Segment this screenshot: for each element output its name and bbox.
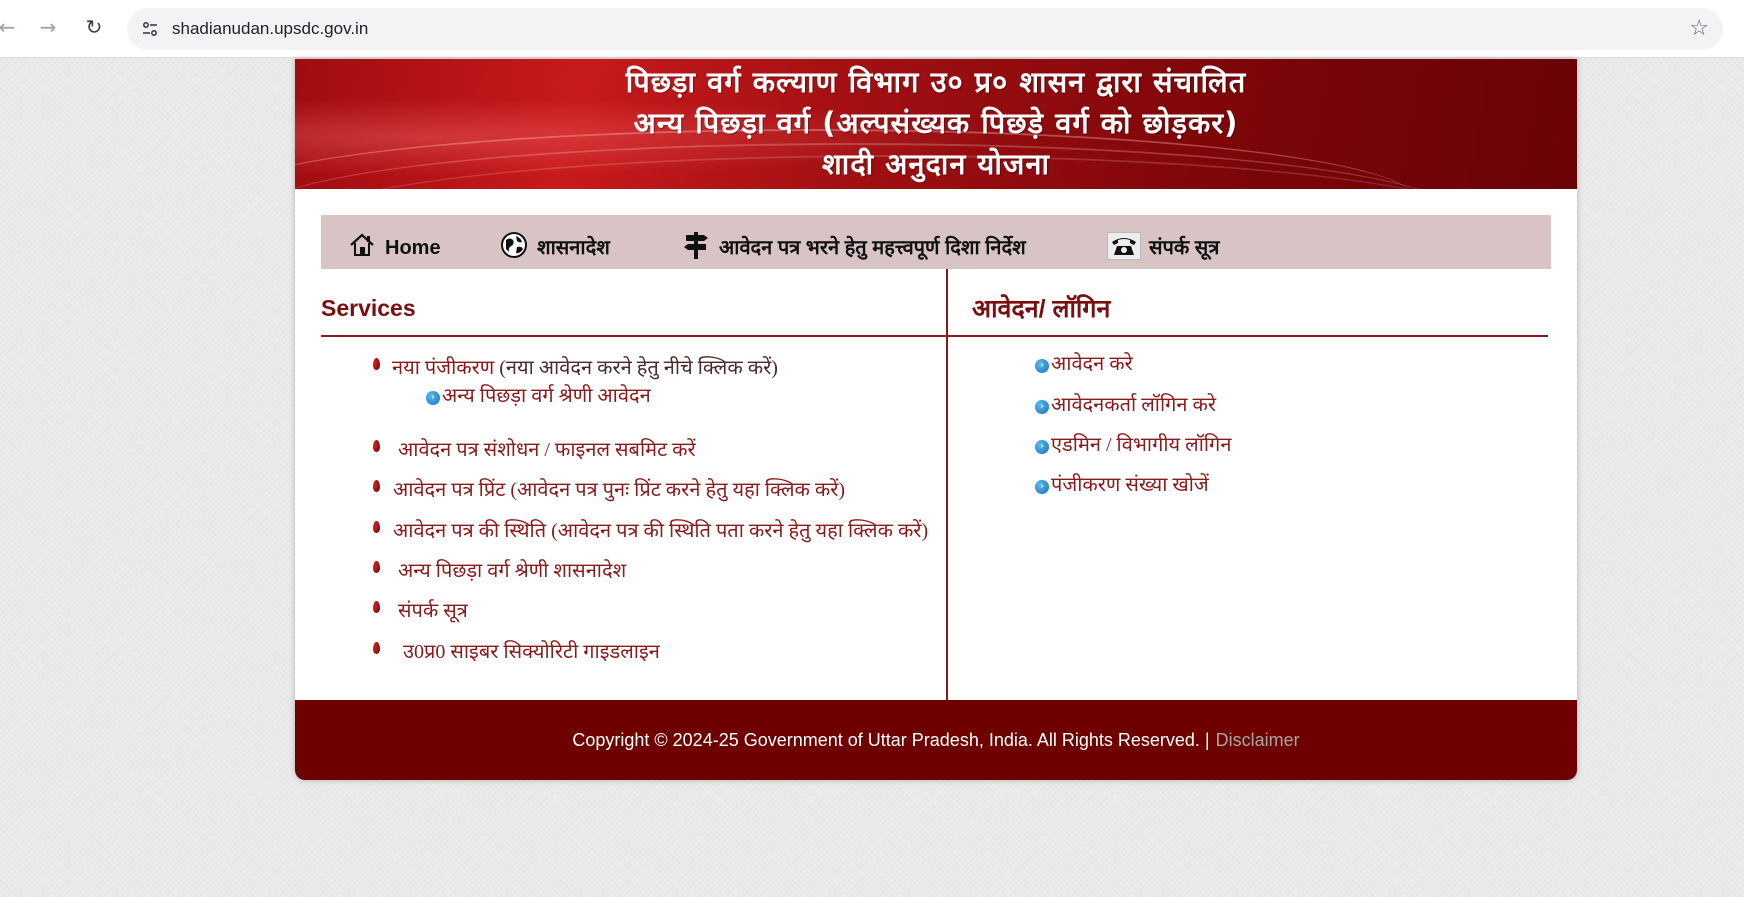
header-banner: पिछड़ा वर्ग कल्याण विभाग उ० प्र० शासन द्… [295, 59, 1577, 189]
telephone-icon [1107, 232, 1141, 260]
service-label: संपर्क सूत्र [398, 600, 468, 622]
reload-icon[interactable]: ↻ [79, 12, 109, 42]
bookmark-star-icon[interactable]: ☆ [1689, 16, 1709, 41]
main-menu: Home शासनादेश आवेदन पत्र भरने हेतु महत्त… [321, 215, 1551, 269]
service-label: आवेदन पत्र प्रिंट [393, 479, 506, 501]
menu-item-guidelines[interactable]: आवेदन पत्र भरने हेतु महत्त्वपूर्ण दिशा न… [681, 226, 1026, 260]
red-bullet-icon [373, 521, 380, 533]
link-apply[interactable]: › आवेदन करे [1035, 349, 1133, 376]
globe-icon [499, 230, 529, 260]
url-text[interactable]: shadianudan.upsdc.gov.in [172, 19, 368, 39]
browser-toolbar: ← → ↻ shadianudan.upsdc.gov.in ☆ [0, 0, 1744, 58]
menu-label-shasanadesh: शासनादेश [537, 237, 610, 259]
menu-label-guidelines: आवेदन पत्र भरने हेतु महत्त्वपूर्ण दिशा न… [719, 237, 1026, 259]
red-bullet-icon [373, 601, 380, 613]
service-note: (आवेदन पत्र की स्थिति पता करने हेतु यहा … [551, 520, 929, 542]
service-label: उ0प्र0 साइबर सिक्योरिटी गाइडलाइन [403, 641, 660, 663]
login-divider [948, 335, 1548, 337]
red-bullet-icon [373, 358, 380, 370]
site-info-icon[interactable] [139, 18, 161, 40]
banner-title-line-1: पिछड़ा वर्ग कल्याण विभाग उ० प्र० शासन द्… [625, 65, 1247, 99]
service-note: (आवेदन पत्र पुनः प्रिंट करने हेतु यहा क्… [510, 479, 846, 501]
signpost-icon [681, 230, 711, 260]
service-label: अन्य पिछड़ा वर्ग श्रेणी शासनादेश [398, 560, 627, 582]
service-note: (नया आवेदन करने हेतु नीचे क्लिक करें) [499, 357, 778, 379]
page-container: पिछड़ा वर्ग कल्याण विभाग उ० प्र० शासन द्… [295, 59, 1577, 780]
link-search-registration[interactable]: › पंजीकरण संख्या खोजें [1035, 470, 1209, 497]
login-heading: आवेदन/ लॉगिन [972, 295, 1111, 323]
menu-label-home: Home [385, 237, 441, 259]
column-divider [946, 269, 948, 700]
service-label: आवेदन पत्र की स्थिति [393, 520, 547, 542]
forward-arrow-icon[interactable]: → [33, 12, 63, 42]
link-label: एडमिन / विभागीय लॉगिन [1051, 434, 1232, 456]
menu-item-home[interactable]: Home [347, 226, 441, 260]
red-bullet-icon [373, 642, 380, 654]
menu-item-shasanadesh[interactable]: शासनादेश [499, 226, 610, 260]
services-divider [321, 335, 946, 337]
blue-bullet-icon: › [426, 391, 440, 405]
back-arrow-icon[interactable]: ← [0, 12, 22, 42]
blue-bullet-icon: › [1035, 440, 1049, 454]
blue-bullet-icon: › [1035, 480, 1049, 494]
link-label: पंजीकरण संख्या खोजें [1051, 474, 1209, 496]
service-label: आवेदन पत्र संशोधन / फाइनल सबमिट करें [398, 439, 696, 461]
menu-item-contact[interactable]: संपर्क सूत्र [1107, 226, 1219, 260]
link-obc-application[interactable]: › अन्य पिछड़ा वर्ग श्रेणी आवेदन [426, 381, 651, 408]
red-bullet-icon [373, 440, 380, 452]
disclaimer-link[interactable]: Disclaimer [1216, 730, 1300, 751]
red-bullet-icon [373, 561, 380, 573]
red-bullet-icon [373, 480, 380, 492]
banner-title-line-3: शादी अनुदान योजना [821, 147, 1051, 181]
link-label: आवेदन करे [1051, 353, 1133, 375]
service-label: नया पंजीकरण [392, 357, 495, 379]
banner-title-line-2: अन्य पिछड़ा वर्ग (अल्पसंख्यक पिछड़े वर्ग… [633, 106, 1239, 140]
footer: Copyright © 2024-25 Government of Uttar … [295, 700, 1577, 780]
link-admin-login[interactable]: › एडमिन / विभागीय लॉगिन [1035, 430, 1231, 457]
services-heading: Services [321, 295, 416, 321]
copyright-text: Copyright © 2024-25 Government of Uttar … [572, 729, 1210, 750]
link-applicant-login[interactable]: › आवेदनकर्ता लॉगिन करे [1035, 390, 1216, 417]
menu-label-contact: संपर्क सूत्र [1149, 237, 1220, 259]
blue-bullet-icon: › [1035, 359, 1049, 373]
address-bar[interactable]: shadianudan.upsdc.gov.in ☆ [127, 8, 1723, 50]
link-label: आवेदनकर्ता लॉगिन करे [1051, 394, 1217, 416]
link-label: अन्य पिछड़ा वर्ग श्रेणी आवेदन [442, 385, 651, 407]
home-icon [347, 230, 377, 260]
blue-bullet-icon: › [1035, 400, 1049, 414]
